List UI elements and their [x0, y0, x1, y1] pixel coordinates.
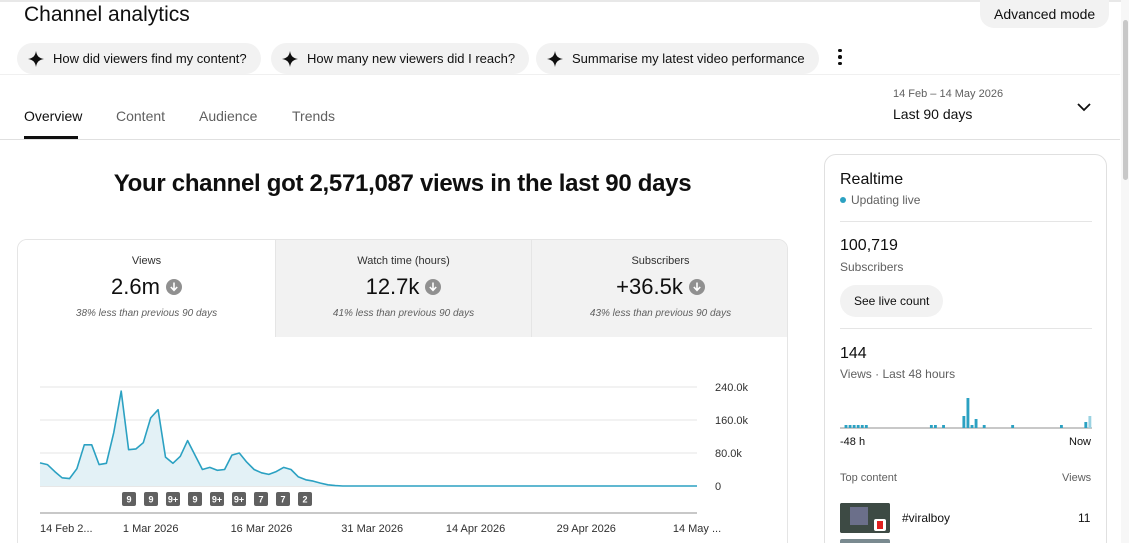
realtime-bar	[852, 425, 856, 428]
realtime-bar	[860, 425, 864, 428]
video-views: 11	[1078, 511, 1091, 525]
y-tick-label: 240.0k	[715, 382, 749, 394]
realtime-bar	[962, 416, 966, 428]
video-publish-count: 2	[302, 495, 307, 505]
realtime-bar	[1088, 416, 1092, 428]
advanced-mode-button[interactable]: Advanced mode	[980, 0, 1110, 28]
date-range-text: 14 Feb – 14 May 2026	[893, 88, 1004, 100]
more-options-icon[interactable]	[832, 46, 848, 68]
live-status-text: Updating live	[851, 193, 921, 207]
x-tick-label: 14 Apr 2026	[446, 523, 505, 535]
realtime-title: Realtime	[840, 171, 904, 188]
realtime-bar	[848, 425, 852, 428]
x-tick-label: 31 Mar 2026	[341, 523, 403, 535]
live-dot-icon	[840, 197, 846, 203]
chevron-down-icon[interactable]	[1076, 100, 1092, 114]
realtime-bar	[982, 425, 986, 428]
top-content-label: Top content	[840, 472, 897, 484]
video-publish-count: 7	[280, 495, 285, 505]
realtime-bar	[1084, 422, 1088, 428]
views-chart[interactable]: 240.0k 160.0k 80.0k 0 14 Feb 2... 1 Mar 2026 1…	[0, 0, 820, 543]
video-thumbnail	[840, 503, 890, 533]
y-tick-label: 80.0k	[715, 448, 742, 460]
realtime-bar	[1011, 425, 1015, 428]
realtime-views-label: Views · Last 48 hours	[840, 367, 956, 381]
axis-start-label: -48 h	[840, 436, 866, 448]
realtime-bar	[1059, 425, 1063, 428]
video-title: #viralboy	[902, 511, 951, 525]
divider	[840, 221, 1092, 222]
video-publish-count: 9	[126, 495, 131, 505]
x-tick-label: 16 Mar 2026	[231, 523, 293, 535]
realtime-bar	[970, 425, 974, 428]
y-tick-label: 0	[715, 481, 721, 493]
realtime-views-chart[interactable]	[840, 381, 1092, 431]
x-tick-label: 1 Mar 2026	[123, 523, 179, 535]
video-publish-count: 9+	[212, 495, 222, 505]
video-publish-count: 9	[192, 495, 197, 505]
scrollbar-thumb[interactable]	[1123, 20, 1128, 180]
date-range-selector[interactable]: Last 90 days	[893, 106, 972, 122]
x-tick-label: 14 May ...	[673, 523, 721, 535]
realtime-bar	[974, 419, 978, 428]
x-tick-label: 29 Apr 2026	[557, 523, 616, 535]
realtime-bar	[864, 425, 868, 428]
see-live-count-button[interactable]: See live count	[840, 285, 944, 317]
live-status: Updating live	[840, 193, 920, 207]
video-publish-count: 7	[258, 495, 263, 505]
realtime-bar	[856, 425, 860, 428]
video-publish-count: 9+	[234, 495, 244, 505]
video-publish-count: 9	[148, 495, 153, 505]
top-content-views-label: Views	[1062, 472, 1092, 484]
realtime-views: 144	[840, 345, 867, 362]
axis-end-label: Now	[1069, 436, 1092, 448]
video-publish-count: 9+	[168, 495, 178, 505]
realtime-bar	[933, 425, 937, 428]
top-content-item[interactable]: #viralboy 11	[840, 503, 1092, 533]
realtime-bar	[929, 425, 933, 428]
subscriber-label: Subscribers	[840, 260, 904, 274]
y-tick-label: 160.0k	[715, 415, 749, 427]
video-thumbnail	[840, 539, 890, 543]
realtime-card: Realtime Updating live 100,719 Subscribe…	[824, 154, 1107, 543]
views-area	[40, 391, 697, 486]
realtime-bar	[966, 398, 970, 428]
realtime-bar	[942, 425, 945, 428]
x-tick-label: 14 Feb 2...	[40, 523, 93, 535]
divider	[840, 328, 1092, 329]
subscriber-count: 100,719	[840, 237, 898, 254]
realtime-bar	[844, 425, 848, 428]
